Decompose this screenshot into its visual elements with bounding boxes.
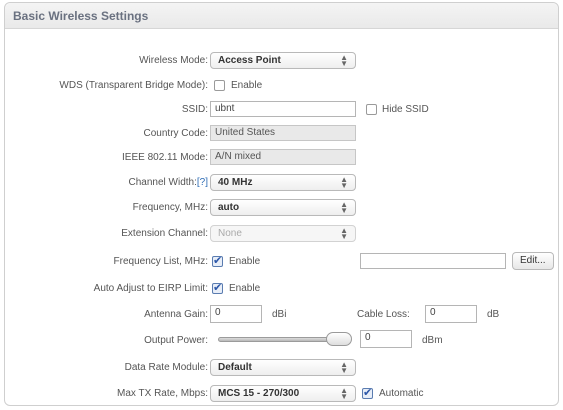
country-code-label: Country Code: [143, 128, 208, 139]
eirp-enable-text: Enable [229, 283, 261, 294]
extension-channel-select: None ▲ ▼ [210, 225, 356, 242]
wireless-mode-label: Wireless Mode: [139, 55, 208, 66]
max-tx-rate-automatic-text: Automatic [379, 388, 424, 399]
frequency-label: Frequency, MHz: [132, 202, 208, 213]
updown-arrows-icon: ▲ ▼ [340, 226, 348, 241]
wds-enable-checkbox[interactable] [214, 80, 225, 91]
panel-header: Basic Wireless Settings [5, 3, 558, 29]
hide-ssid-text: Hide SSID [382, 104, 429, 115]
antenna-gain-input[interactable]: 0 [210, 305, 262, 323]
max-tx-rate-select[interactable]: MCS 15 - 270/300 ▲ ▼ [210, 385, 356, 402]
ssid-label: SSID: [181, 104, 208, 115]
channel-width-label: Channel Width:[?] [129, 177, 209, 188]
channel-width-label-text: Channel Width: [128, 177, 197, 188]
channel-width-select[interactable]: 40 MHz ▲ ▼ [210, 174, 356, 191]
frequency-list-edit-button[interactable]: Edit... [512, 252, 554, 270]
max-tx-rate-label: Max TX Rate, Mbps: [117, 388, 208, 399]
wireless-mode-value: Access Point [218, 55, 281, 66]
updown-arrows-icon: ▲ ▼ [340, 360, 348, 375]
output-power-slider-handle[interactable] [326, 332, 352, 346]
updown-arrows-icon: ▲ ▼ [340, 200, 348, 215]
channel-width-value: 40 MHz [218, 177, 253, 188]
ieee-mode-label: IEEE 802.11 Mode: [122, 152, 208, 163]
output-power-input[interactable]: 0 [360, 330, 412, 348]
hide-ssid-checkbox[interactable] [366, 104, 377, 115]
antenna-gain-unit: dBi [272, 309, 287, 320]
cable-loss-label: Cable Loss: [357, 309, 410, 320]
ssid-input[interactable]: ubnt [210, 101, 356, 117]
frequency-list-label: Frequency List, MHz: [113, 256, 208, 267]
ieee-mode-field: A/N mixed [210, 149, 356, 165]
channel-width-help-link[interactable]: [?] [197, 177, 208, 188]
data-rate-module-select[interactable]: Default ▲ ▼ [210, 359, 356, 376]
max-tx-rate-automatic-checkbox[interactable] [362, 386, 373, 399]
wireless-mode-select[interactable]: Access Point ▲ ▼ [210, 52, 356, 69]
updown-arrows-icon: ▲ ▼ [340, 53, 348, 68]
updown-arrows-icon: ▲ ▼ [340, 386, 348, 401]
frequency-value: auto [218, 202, 240, 213]
eirp-enable-checkbox[interactable] [212, 281, 223, 294]
cable-loss-unit: dB [487, 309, 500, 320]
frequency-select[interactable]: auto ▲ ▼ [210, 199, 356, 216]
eirp-label: Auto Adjust to EIRP Limit: [93, 283, 208, 294]
frequency-list-enable-text: Enable [229, 256, 261, 267]
wds-enable-text: Enable [231, 80, 263, 91]
data-rate-module-value: Default [218, 362, 252, 373]
frequency-list-enable-checkbox[interactable] [212, 254, 223, 267]
max-tx-rate-value: MCS 15 - 270/300 [218, 388, 300, 399]
extension-channel-value: None [218, 228, 242, 239]
data-rate-module-label: Data Rate Module: [124, 362, 208, 373]
frequency-list-input[interactable] [360, 253, 506, 269]
cable-loss-input[interactable]: 0 [425, 305, 477, 323]
country-code-field: United States [210, 125, 356, 141]
output-power-label: Output Power: [144, 335, 208, 346]
panel-title: Basic Wireless Settings [13, 9, 149, 23]
output-power-unit: dBm [422, 335, 443, 346]
antenna-gain-label: Antenna Gain: [144, 309, 208, 320]
wds-label: WDS (Transparent Bridge Mode): [59, 80, 208, 91]
extension-channel-label: Extension Channel: [121, 228, 208, 239]
updown-arrows-icon: ▲ ▼ [340, 175, 348, 190]
